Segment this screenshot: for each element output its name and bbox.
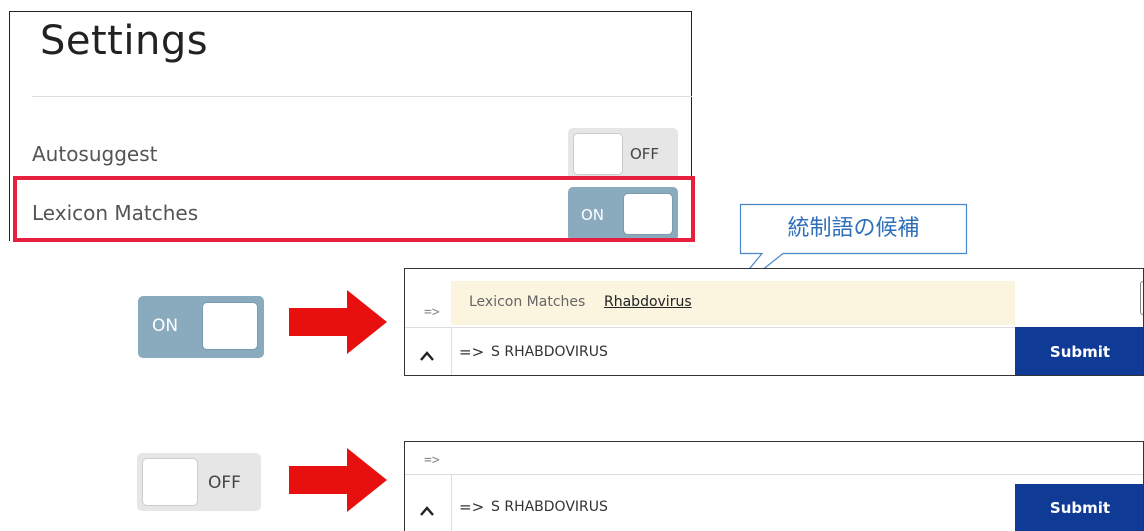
lexicon-matches-bar-label: Lexicon Matches (469, 294, 586, 310)
lexicon-term-link[interactable]: Rhabdovirus (604, 294, 692, 310)
autosuggest-label: Autosuggest (32, 142, 158, 166)
right-arrow-icon (289, 448, 387, 512)
right-arrow-icon (289, 290, 387, 354)
settings-divider (32, 96, 692, 97)
query-arrow: => (459, 343, 485, 361)
autosuggest-toggle[interactable]: OFF (568, 128, 678, 180)
lexicon-highlight-box (13, 176, 695, 242)
query-editor-lexicon-on: => Lexicon Matches Rhabdovirus => S RHAB… (404, 268, 1144, 376)
row-divider (405, 474, 1143, 475)
prompt-arrow: => (424, 453, 440, 468)
toggle-knob (142, 458, 198, 506)
prompt-arrow: => (424, 305, 440, 320)
column-divider (451, 327, 452, 375)
lexicon-matches-bar: Lexicon Matches Rhabdovirus (451, 281, 1015, 325)
query-text[interactable]: S RHABDOVIRUS (491, 499, 608, 515)
caret-up-icon[interactable] (418, 347, 436, 365)
demo-off-toggle[interactable]: OFF (137, 453, 261, 511)
toggle-state-label: OFF (630, 145, 660, 163)
query-arrow: => (459, 498, 485, 516)
caret-up-icon[interactable] (418, 502, 436, 520)
submit-button[interactable]: Submit (1015, 327, 1143, 375)
settings-title: Settings (40, 18, 209, 64)
callout-text: 統制語の候補 (787, 216, 920, 241)
query-text[interactable]: S RHABDOVIRUS (491, 344, 608, 360)
toggle-state-label: OFF (208, 473, 241, 493)
demo-on-toggle[interactable]: ON (138, 296, 264, 358)
query-editor-lexicon-off: => => S RHABDOVIRUS Submit (404, 441, 1144, 531)
column-divider (451, 474, 452, 531)
toggle-knob (202, 302, 258, 350)
submit-button[interactable]: Submit (1015, 484, 1143, 531)
toggle-knob (573, 133, 623, 175)
toggle-state-label: ON (152, 316, 179, 336)
scrollbar[interactable] (1140, 281, 1143, 315)
